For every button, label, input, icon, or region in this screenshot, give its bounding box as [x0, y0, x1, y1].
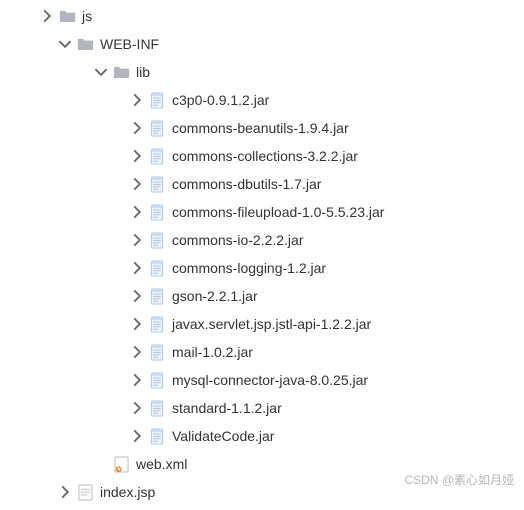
jsp-file-icon [76, 483, 94, 501]
chevron-right-icon[interactable] [130, 121, 144, 135]
xml-file-icon [112, 455, 130, 473]
tree-label: commons-fileupload-1.0-5.5.23.jar [172, 204, 384, 220]
tree-label: c3p0-0.9.1.2.jar [172, 92, 269, 108]
chevron-right-icon[interactable] [130, 93, 144, 107]
jar-file-icon [148, 259, 166, 277]
tree-label: standard-1.1.2.jar [172, 400, 282, 416]
jar-file-icon [148, 231, 166, 249]
jar-file-icon [148, 399, 166, 417]
tree-label: gson-2.2.1.jar [172, 288, 258, 304]
tree-row[interactable]: js [0, 2, 524, 30]
tree-label: mail-1.0.2.jar [172, 344, 253, 360]
jar-file-icon [148, 175, 166, 193]
tree-row[interactable]: commons-beanutils-1.9.4.jar [0, 114, 524, 142]
chevron-right-icon[interactable] [130, 149, 144, 163]
tree-row[interactable]: lib [0, 58, 524, 86]
tree-label: ValidateCode.jar [172, 428, 274, 444]
tree-row[interactable]: commons-fileupload-1.0-5.5.23.jar [0, 198, 524, 226]
jar-file-icon [148, 287, 166, 305]
tree-label: commons-beanutils-1.9.4.jar [172, 120, 349, 136]
chevron-right-icon[interactable] [130, 261, 144, 275]
chevron-right-icon[interactable] [130, 317, 144, 331]
chevron-right-icon[interactable] [130, 205, 144, 219]
tree-row[interactable]: commons-logging-1.2.jar [0, 254, 524, 282]
tree-row[interactable]: web.xml [0, 450, 524, 478]
tree-label: commons-io-2.2.2.jar [172, 232, 304, 248]
tree-label: WEB-INF [100, 36, 159, 52]
tree-label: commons-collections-3.2.2.jar [172, 148, 358, 164]
tree-row[interactable]: c3p0-0.9.1.2.jar [0, 86, 524, 114]
tree-row[interactable]: gson-2.2.1.jar [0, 282, 524, 310]
chevron-right-icon[interactable] [40, 9, 54, 23]
tree-row[interactable]: mysql-connector-java-8.0.25.jar [0, 366, 524, 394]
tree-label: commons-logging-1.2.jar [172, 260, 326, 276]
tree-row[interactable]: ValidateCode.jar [0, 422, 524, 450]
jar-file-icon [148, 343, 166, 361]
folder-icon [112, 63, 130, 81]
jar-file-icon [148, 91, 166, 109]
chevron-right-icon[interactable] [130, 373, 144, 387]
chevron-right-icon[interactable] [58, 485, 72, 499]
jar-file-icon [148, 427, 166, 445]
folder-icon [58, 7, 76, 25]
jar-file-icon [148, 203, 166, 221]
folder-icon [76, 35, 94, 53]
tree-row[interactable]: javax.servlet.jsp.jstl-api-1.2.2.jar [0, 310, 524, 338]
chevron-down-icon[interactable] [94, 65, 108, 79]
tree-row[interactable]: commons-collections-3.2.2.jar [0, 142, 524, 170]
file-tree: js WEB-INF lib [0, 0, 524, 506]
tree-label: mysql-connector-java-8.0.25.jar [172, 372, 368, 388]
tree-row[interactable]: index.jsp [0, 478, 524, 506]
jar-file-icon [148, 147, 166, 165]
tree-label: index.jsp [100, 484, 155, 500]
jar-file-icon [148, 315, 166, 333]
chevron-right-icon[interactable] [130, 429, 144, 443]
tree-label: lib [136, 64, 150, 80]
chevron-right-icon[interactable] [130, 289, 144, 303]
tree-label: web.xml [136, 456, 187, 472]
chevron-right-icon[interactable] [130, 233, 144, 247]
tree-row[interactable]: WEB-INF [0, 30, 524, 58]
tree-label: commons-dbutils-1.7.jar [172, 176, 321, 192]
jar-file-icon [148, 371, 166, 389]
tree-label: javax.servlet.jsp.jstl-api-1.2.2.jar [172, 316, 371, 332]
tree-label: js [82, 8, 92, 24]
chevron-right-icon[interactable] [130, 177, 144, 191]
jar-file-icon [148, 119, 166, 137]
chevron-down-icon[interactable] [58, 37, 72, 51]
chevron-right-icon[interactable] [130, 345, 144, 359]
chevron-right-icon[interactable] [130, 401, 144, 415]
tree-row[interactable]: commons-io-2.2.2.jar [0, 226, 524, 254]
tree-row[interactable]: standard-1.1.2.jar [0, 394, 524, 422]
tree-row[interactable]: commons-dbutils-1.7.jar [0, 170, 524, 198]
tree-row[interactable]: mail-1.0.2.jar [0, 338, 524, 366]
